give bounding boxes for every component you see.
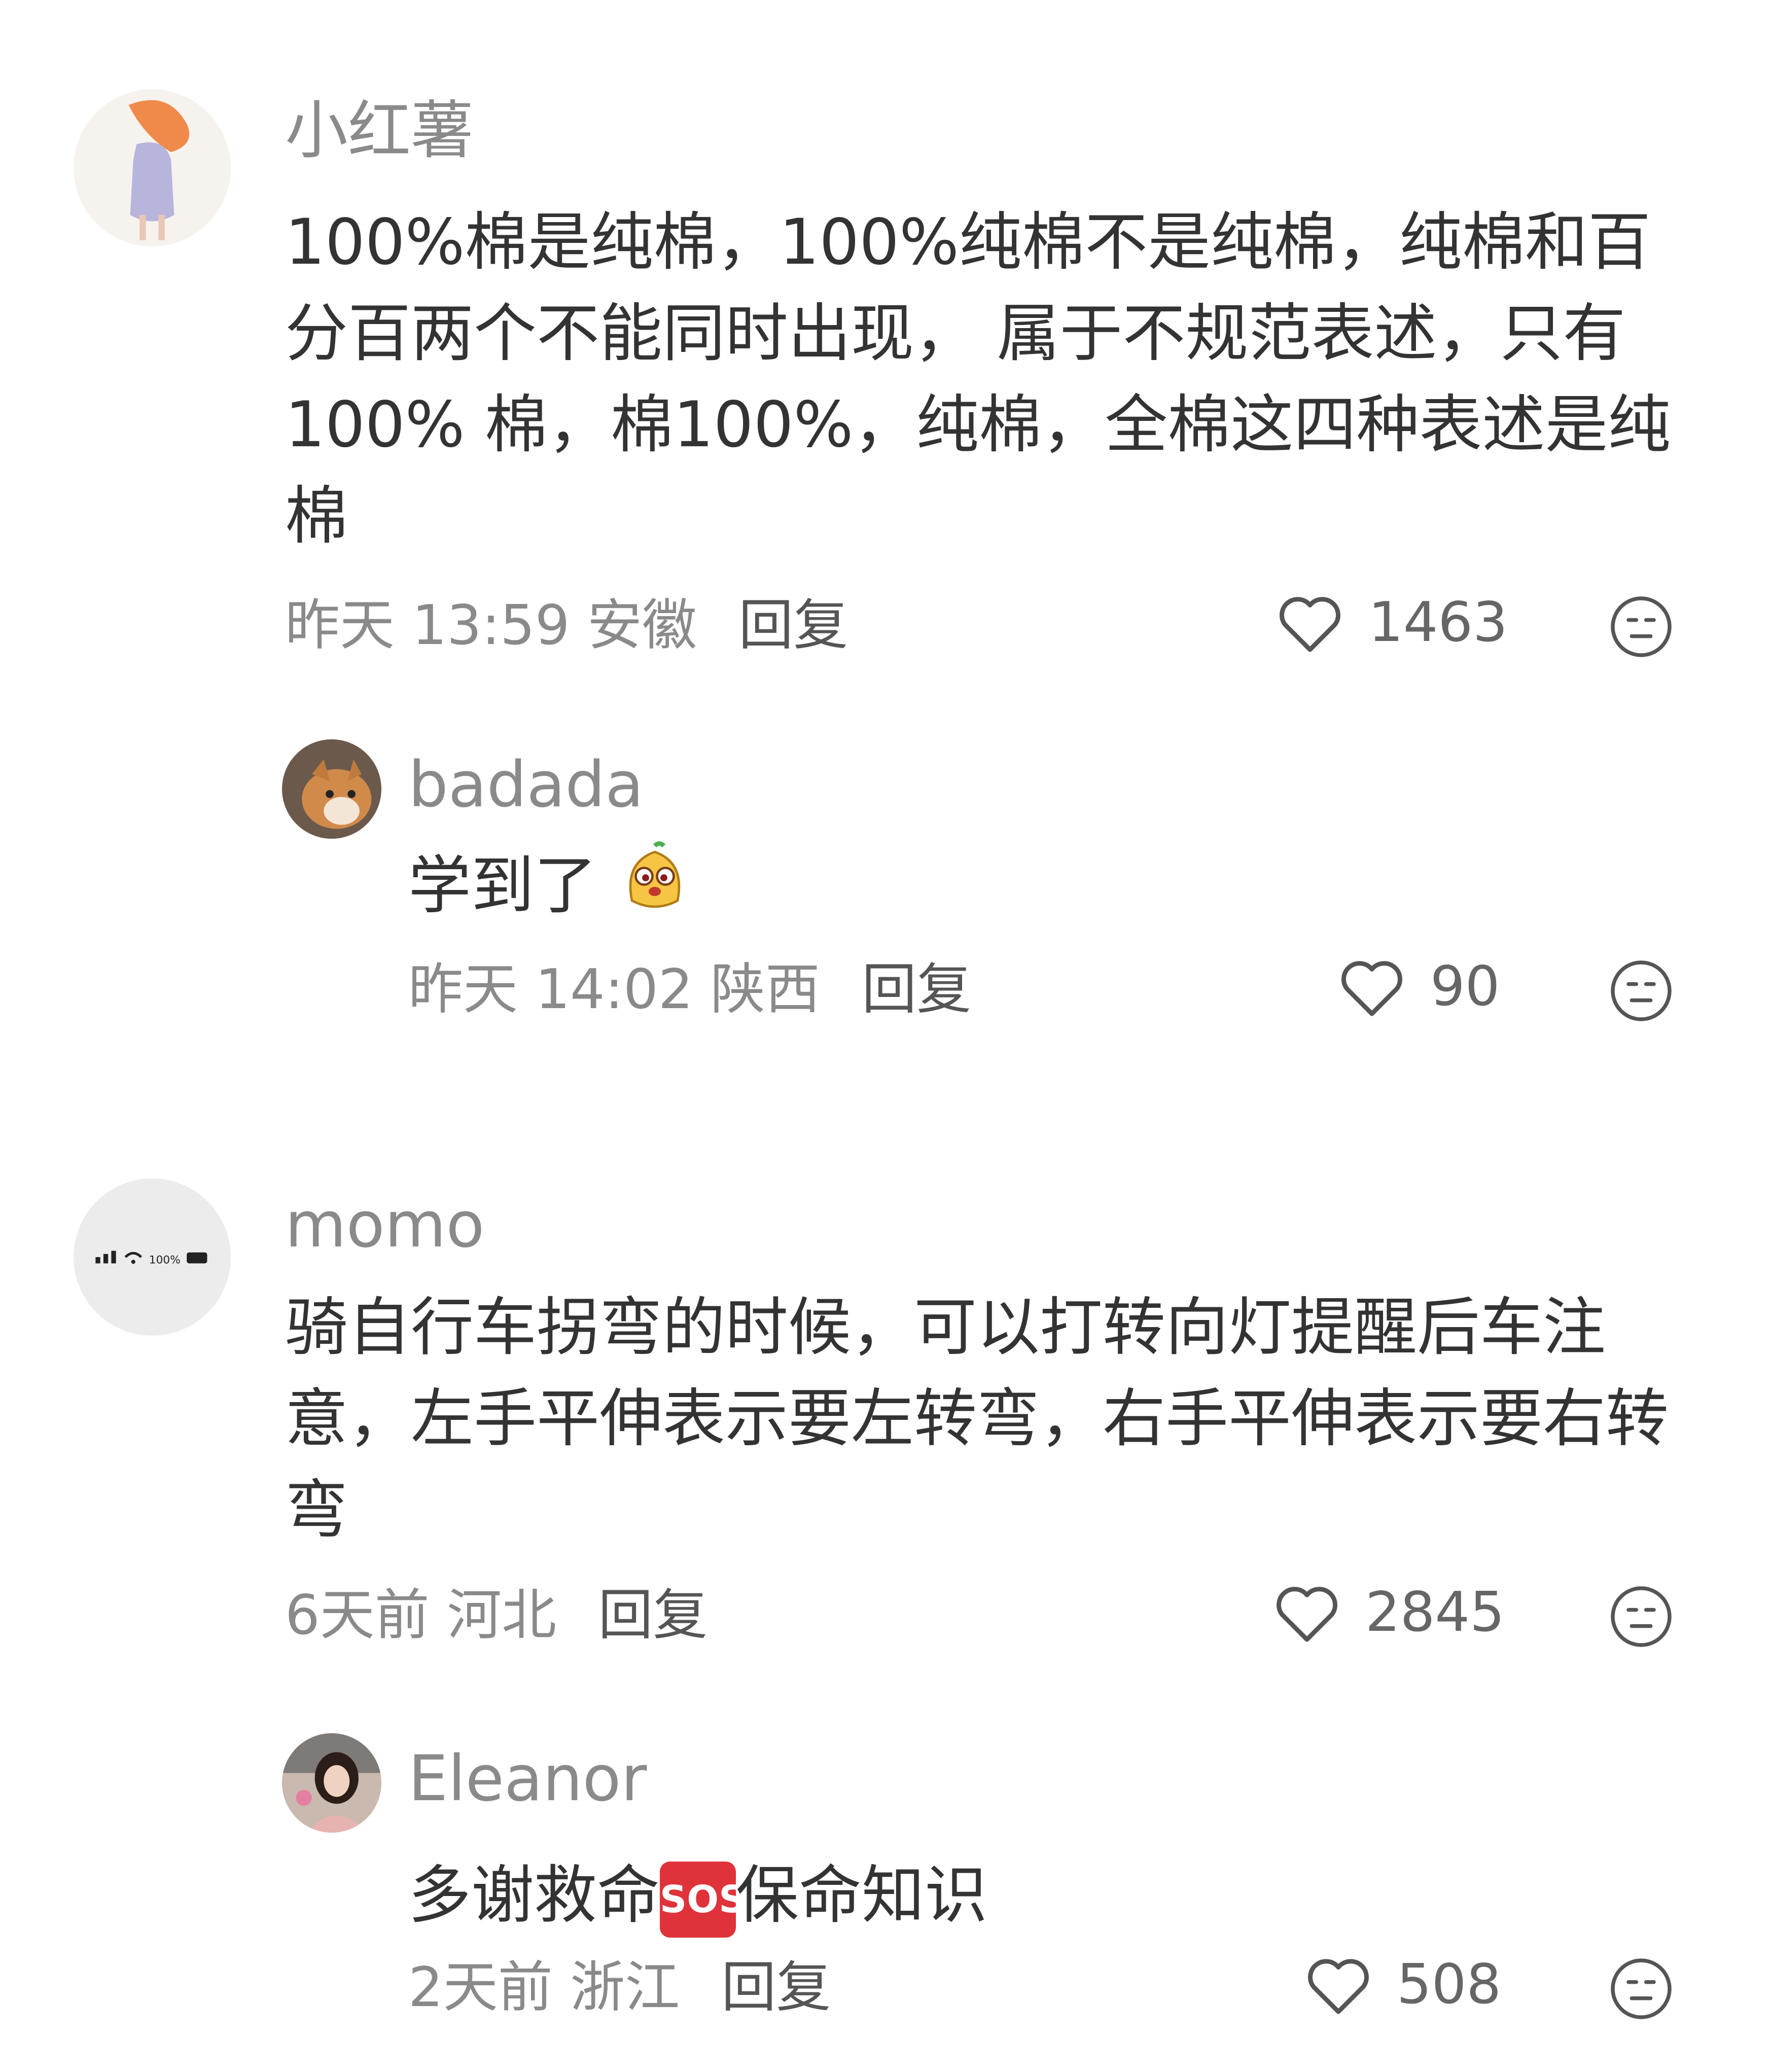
neutral-face-icon xyxy=(1611,596,1672,657)
username[interactable]: 小红薯 xyxy=(285,99,474,162)
dislike-button[interactable] xyxy=(1609,958,1674,1023)
dislike-button[interactable] xyxy=(1609,594,1674,659)
heart-outline-icon xyxy=(1341,961,1402,1016)
comment-meta: 昨天 13:59 安徽 回复 xyxy=(285,598,848,653)
avatar-dog-photo xyxy=(282,739,381,839)
like-count: 508 xyxy=(1397,1953,1502,2016)
comment-location: 河北 xyxy=(447,1584,557,1647)
reply-text: 多谢救命 xyxy=(408,1859,660,1932)
reply-text: 学到了 xyxy=(408,849,597,923)
comment-time: 2天前 xyxy=(408,1956,553,2019)
comment-location: 陕西 xyxy=(710,958,820,1021)
comment-time: 6天前 xyxy=(285,1584,430,1647)
neutral-face-icon xyxy=(1611,960,1672,1021)
avatar[interactable] xyxy=(74,89,231,246)
username[interactable]: badada xyxy=(408,754,644,816)
avatar[interactable] xyxy=(282,739,381,839)
heart-outline-icon xyxy=(1277,1587,1337,1642)
reply-button[interactable]: 回复 xyxy=(862,958,971,1021)
avatar-illustration xyxy=(74,89,231,246)
comment-text: 多谢救命SOS保命知识 xyxy=(408,1850,1696,1941)
comment-meta: 2天前 浙江 回复 xyxy=(408,1960,831,2015)
comment-text: 骑自行车拐弯的时候，可以打转向灯提醒后车注意，左手平伸表示要左转弯，右手平伸表示… xyxy=(285,1291,1669,1547)
reply-text: 保命知识 xyxy=(736,1859,988,1932)
heart-outline-icon xyxy=(1308,1959,1369,2014)
like-button[interactable]: 90 xyxy=(1338,955,1500,1018)
reply-button[interactable]: 回复 xyxy=(598,1584,707,1647)
like-count: 90 xyxy=(1430,955,1500,1018)
comment-time: 昨天 14:02 xyxy=(408,958,693,1021)
heart-outline-icon xyxy=(1280,597,1340,652)
reply-button[interactable]: 回复 xyxy=(721,1956,831,2019)
username[interactable]: Eleanor xyxy=(408,1747,647,1810)
neutral-face-icon xyxy=(1611,1958,1672,2019)
reply-button[interactable]: 回复 xyxy=(738,594,848,657)
comment-meta: 6天前 河北 回复 xyxy=(285,1588,707,1643)
avatar-portrait-photo xyxy=(282,1733,381,1833)
like-button[interactable]: 508 xyxy=(1304,1953,1501,2016)
avatar[interactable]: 100% xyxy=(74,1178,231,1336)
like-button[interactable]: 2845 xyxy=(1273,1581,1505,1644)
comment-time: 昨天 13:59 xyxy=(285,594,570,657)
like-count: 2845 xyxy=(1365,1581,1505,1644)
dislike-button[interactable] xyxy=(1609,1956,1674,2021)
sos-emoji: SOS xyxy=(660,1861,746,1938)
like-button[interactable]: 1463 xyxy=(1276,591,1508,654)
comment-text: 学到了 xyxy=(408,840,1696,940)
avatar[interactable] xyxy=(282,1733,381,1833)
username[interactable]: momo xyxy=(285,1194,484,1257)
svg-text:100%: 100% xyxy=(149,1254,181,1266)
comment-location: 浙江 xyxy=(570,1956,680,2019)
comment-text: 100%棉是纯棉，100%纯棉不是纯棉，纯棉和百分百两个不能同时出现， 属于不规… xyxy=(285,206,1671,553)
comment-location: 安徽 xyxy=(587,594,697,657)
cute-face-emoji xyxy=(617,840,693,940)
dislike-button[interactable] xyxy=(1609,1584,1674,1649)
avatar-status-bar-image: 100% xyxy=(74,1178,231,1336)
comment-meta: 昨天 14:02 陕西 回复 xyxy=(408,962,971,1017)
like-count: 1463 xyxy=(1368,591,1508,654)
neutral-face-icon xyxy=(1611,1586,1672,1647)
